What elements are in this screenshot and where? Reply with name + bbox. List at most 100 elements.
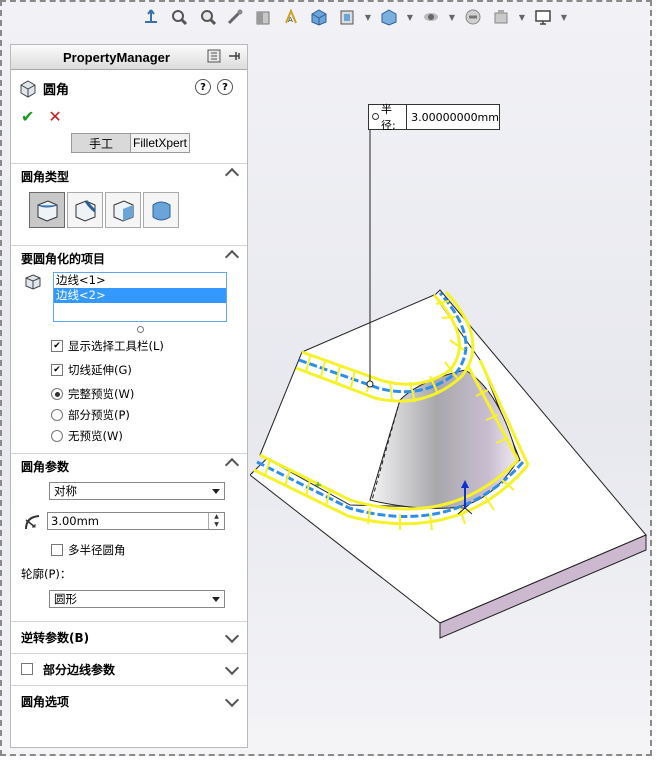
chevron-down-icon[interactable]: ▼ [518, 6, 526, 28]
apply-scene-icon[interactable] [462, 6, 484, 28]
variable-radius-icon [75, 200, 96, 222]
radio[interactable] [51, 409, 63, 421]
section-title: 部分边线参数 [43, 662, 116, 677]
radio[interactable] [51, 388, 63, 400]
radius-value[interactable]: 3.00mm [51, 514, 99, 528]
symmetric-dropdown[interactable]: 对称 [49, 482, 225, 500]
list-item[interactable]: 边线<2> [54, 288, 226, 303]
chevron-down-icon [212, 597, 220, 602]
ok-button[interactable]: ✔ [21, 107, 34, 126]
heads-up-toolbar: A ▼ ▼ ▼ ▼ ▼ [140, 4, 568, 30]
section-fillet-type: 圆角类型 [11, 163, 247, 246]
multi-radius-checkbox[interactable]: 多半径圆角 [51, 542, 126, 558]
profile-label: 轮廓(P)： [21, 567, 72, 581]
section-fillet-type-header[interactable]: 圆角类型 [11, 164, 247, 188]
section-title: 圆角选项 [21, 694, 70, 709]
checkbox[interactable]: ✔ [51, 364, 63, 376]
collapse-icon[interactable] [224, 249, 240, 265]
display-style-icon[interactable] [336, 6, 358, 28]
dropdown-value: 对称 [54, 484, 77, 498]
radius-input[interactable]: 3.00mm ▲ ▼ [47, 512, 225, 530]
chevron-down-icon[interactable]: ▼ [406, 6, 414, 28]
feature-header: 圆角 [19, 79, 69, 98]
fillet-mode-tabs: 手工 FilletXpert [71, 133, 190, 153]
section-items-header[interactable]: 要圆角化的项目 [11, 246, 247, 270]
section-params: 圆角参数 对称 3.00mm ▲ ▼ 多半径圆角 轮廓(P)： 圆形 [11, 453, 247, 624]
full-round-fillet-button[interactable] [143, 192, 179, 228]
whats-new-icon[interactable]: ? [195, 79, 211, 95]
edge-selection-list[interactable]: 边线<1> 边线<2> [53, 272, 227, 322]
fillet-feature-icon [20, 79, 36, 98]
checkbox[interactable] [51, 544, 63, 556]
pin-icon[interactable] [227, 49, 241, 63]
chevron-down-icon [212, 489, 220, 494]
property-manager: PropertyManager 圆角 ? ? ✔ ✕ 手工 FilletXper… [10, 44, 248, 748]
constant-radius-fillet-button[interactable] [29, 192, 65, 228]
svg-text:A: A [288, 16, 293, 24]
profile-dropdown[interactable]: 圆形 [49, 590, 225, 608]
previous-view-icon[interactable] [224, 6, 246, 28]
checkbox[interactable] [21, 663, 33, 675]
section-title: 要圆角化的项目 [21, 251, 106, 266]
help-icon[interactable]: ? [217, 79, 233, 95]
dynamic-annotation-icon[interactable]: A [280, 6, 302, 28]
tab-filletxpert[interactable]: FilletXpert [131, 133, 190, 153]
section-params-header[interactable]: 圆角参数 [11, 454, 247, 478]
checkbox[interactable]: ✔ [51, 340, 63, 352]
dropdown-value: 圆形 [54, 592, 77, 606]
monitor-icon[interactable] [532, 6, 554, 28]
face-fillet-icon [113, 200, 134, 222]
list-item[interactable]: 边线<1> [54, 273, 226, 288]
tab-manual[interactable]: 手工 [71, 133, 131, 153]
dimension-anchor [366, 380, 374, 388]
radio[interactable] [51, 430, 63, 442]
section-partial-edge[interactable]: 部分边线参数 [11, 653, 247, 686]
partial-preview-radio[interactable]: 部分预览(P) [51, 407, 130, 423]
checkbox-label: 显示选择工具栏(L) [68, 339, 164, 353]
face-fillet-button[interactable] [105, 192, 141, 228]
chevron-down-icon[interactable]: ▼ [560, 6, 568, 28]
edit-appearance-icon[interactable] [420, 6, 442, 28]
expand-icon[interactable] [207, 49, 221, 63]
collapse-icon[interactable] [224, 457, 240, 473]
radius-icon [25, 515, 40, 530]
radius-callout-value[interactable]: 3.00000000mm [407, 111, 499, 124]
view-normal-icon[interactable] [140, 6, 162, 28]
cancel-button[interactable]: ✕ [48, 107, 61, 126]
section-title: 逆转参数(B) [21, 630, 90, 645]
section-options[interactable]: 圆角选项 [11, 685, 247, 718]
radius-callout[interactable]: 半径: 3.00000000mm [368, 103, 500, 132]
zoom-fit-icon[interactable] [168, 6, 190, 28]
radio-label: 部分预览(P) [68, 408, 130, 422]
checkbox-label: 切线延伸(G) [68, 363, 132, 377]
constant-radius-icon [37, 200, 58, 222]
radio-label: 无预览(W) [68, 429, 123, 443]
list-resize-handle[interactable] [137, 326, 144, 333]
chevron-down-icon[interactable]: ▼ [448, 6, 456, 28]
property-manager-title: PropertyManager [63, 49, 170, 65]
hide-show-icon[interactable] [378, 6, 400, 28]
view-orientation-icon[interactable] [308, 6, 330, 28]
section-setback[interactable]: 逆转参数(B) [11, 621, 247, 654]
view-settings-icon[interactable] [490, 6, 512, 28]
variable-radius-fillet-button[interactable] [67, 192, 103, 228]
show-toolbar-checkbox[interactable]: ✔ 显示选择工具栏(L) [51, 338, 164, 354]
section-view-icon[interactable] [252, 6, 274, 28]
expand-icon[interactable] [224, 628, 240, 644]
full-round-icon [152, 201, 171, 221]
tangent-propagation-checkbox[interactable]: ✔ 切线延伸(G) [51, 362, 132, 378]
expand-icon[interactable] [224, 692, 240, 708]
no-preview-radio[interactable]: 无预览(W) [51, 428, 123, 444]
edge-selection-icon [25, 274, 41, 290]
full-preview-radio[interactable]: 完整预览(W) [51, 386, 134, 402]
chevron-down-icon[interactable]: ▼ [364, 6, 372, 28]
spinner-arrows[interactable]: ▲ ▼ [208, 513, 224, 529]
radio-label: 完整预览(W) [68, 387, 135, 401]
section-title: 圆角类型 [21, 169, 70, 184]
collapse-icon[interactable] [224, 167, 240, 183]
section-title: 圆角参数 [21, 459, 70, 474]
expand-icon[interactable] [224, 660, 240, 676]
zoom-area-icon[interactable] [196, 6, 218, 28]
property-manager-header: PropertyManager [11, 45, 247, 70]
feature-title: 圆角 [43, 83, 70, 98]
